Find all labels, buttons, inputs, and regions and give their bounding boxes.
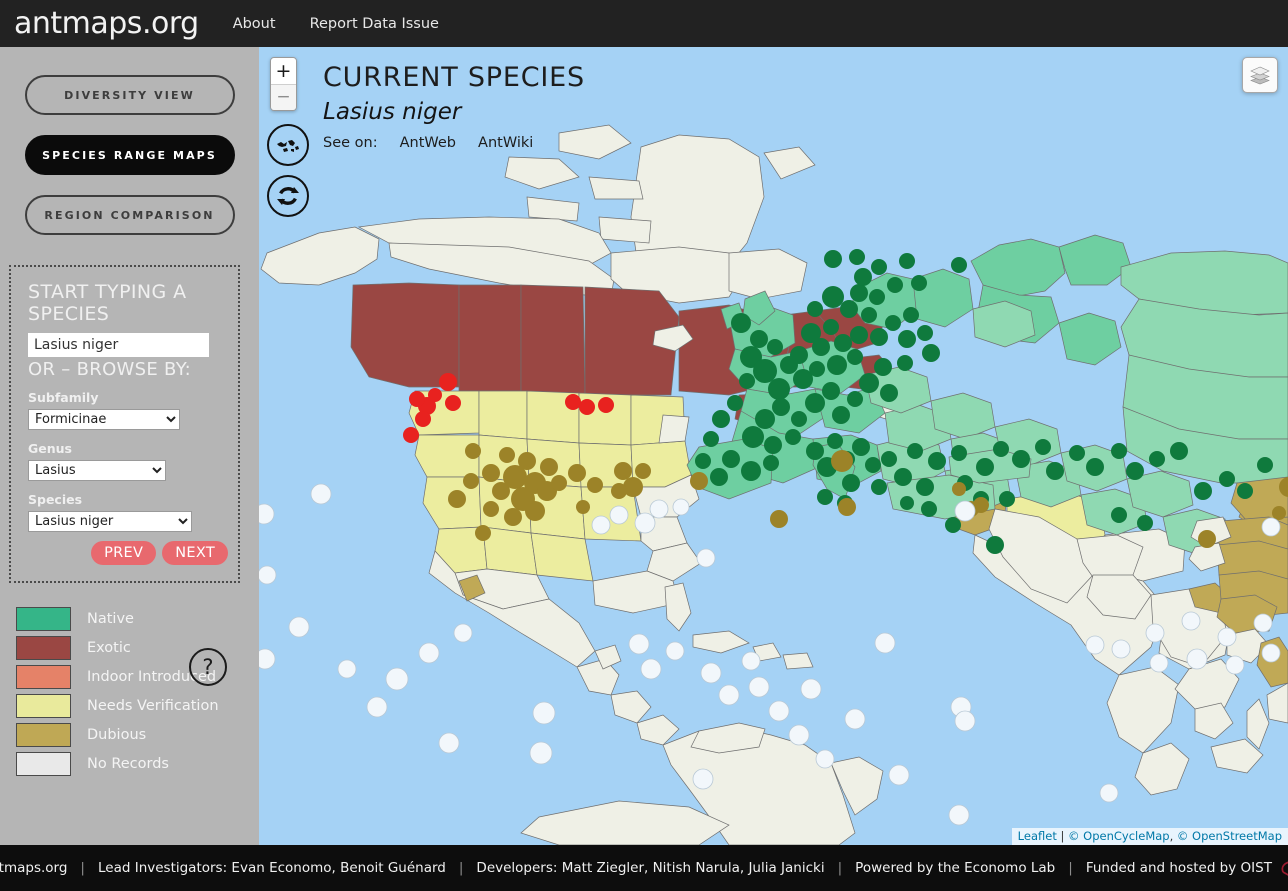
see-on-label: See on: xyxy=(323,135,378,151)
footer-separator: | xyxy=(458,860,464,876)
sidebar: DIVERSITY VIEW SPECIES RANGE MAPS REGION… xyxy=(0,47,259,845)
legend-label-exotic: Exotic xyxy=(87,639,131,656)
globe-glyph xyxy=(277,140,299,152)
attribution-sep1: | xyxy=(1056,829,1069,843)
attribution-openstreetmap[interactable]: © OpenStreetMap xyxy=(1177,829,1282,843)
zoom-out-button[interactable]: − xyxy=(271,84,296,110)
map-zoom-control[interactable]: + − xyxy=(270,57,297,111)
footer-separator: | xyxy=(80,860,85,876)
attribution-leaflet[interactable]: Leaflet xyxy=(1018,829,1057,843)
layers-icon xyxy=(1250,66,1270,85)
legend-swatch-indoor-introduced xyxy=(16,664,71,689)
nav-report-data-issue[interactable]: Report Data Issue xyxy=(310,16,439,32)
map-legend: Native Exotic Indoor Introduced Needs Ve… xyxy=(16,604,219,778)
genus-select[interactable]: Lasius xyxy=(28,460,166,481)
subfamily-label: Subfamily xyxy=(28,390,99,405)
legend-swatch-exotic xyxy=(16,635,71,660)
legend-label-no-records: No Records xyxy=(87,755,169,772)
layers-control[interactable] xyxy=(1242,57,1278,93)
legend-item-needs-verification: Needs Verification xyxy=(16,691,219,720)
zoom-in-button[interactable]: + xyxy=(271,58,296,84)
footer-separator: | xyxy=(1068,860,1073,876)
search-panel-title: START TYPING A SPECIES xyxy=(28,281,187,325)
map-attribution: Leaflet | © OpenCycleMap, © OpenStreetMa… xyxy=(1011,828,1288,845)
legend-swatch-dubious xyxy=(16,722,71,747)
legend-swatch-native xyxy=(16,606,71,631)
globe-icon[interactable] xyxy=(267,124,309,166)
attribution-opencyclemap[interactable]: © OpenCycleMap xyxy=(1068,829,1170,843)
map-canvas: .land { stroke:#6f6f6f; stroke-width:.7;… xyxy=(259,47,1288,845)
site-logo[interactable]: antmaps.org xyxy=(14,8,199,39)
legend-item-exotic: Exotic xyxy=(16,633,219,662)
footer-copyright: © antmaps.org xyxy=(0,860,68,876)
subfamily-field: Subfamily Formicinae xyxy=(28,390,221,430)
species-search-input[interactable] xyxy=(28,333,209,357)
genus-field: Genus Lasius xyxy=(28,441,221,481)
legend-item-dubious: Dubious xyxy=(16,720,219,749)
prev-next-group: PREV NEXT xyxy=(91,541,228,565)
oist-logo[interactable] xyxy=(1278,846,1288,890)
site-header: antmaps.org About Report Data Issue xyxy=(0,0,1288,47)
oist-logo-glyph xyxy=(1281,861,1288,876)
species-search-panel: START TYPING A SPECIES OR – BROWSE BY: S… xyxy=(9,265,240,583)
map-title: CURRENT SPECIES xyxy=(323,62,585,93)
footer-lead-investigators: Lead Investigators: Evan Economo, Benoit… xyxy=(97,860,446,876)
refresh-glyph xyxy=(277,187,299,205)
refresh-icon[interactable] xyxy=(267,175,309,217)
legend-item-no-records: No Records xyxy=(16,749,219,778)
footer-developers: Developers: Matt Ziegler, Nitish Narula,… xyxy=(476,860,825,876)
genus-label: Genus xyxy=(28,441,72,456)
next-button[interactable]: NEXT xyxy=(162,541,228,565)
prev-button[interactable]: PREV xyxy=(91,541,157,565)
species-field: Species Lasius niger xyxy=(28,492,221,532)
view-button-species-range-maps[interactable]: SPECIES RANGE MAPS xyxy=(24,135,235,175)
legend-item-native: Native xyxy=(16,604,219,633)
subfamily-select[interactable]: Formicinae xyxy=(28,409,180,430)
nav-about[interactable]: About xyxy=(233,16,276,32)
browse-by-label: OR – BROWSE BY: xyxy=(28,359,191,380)
link-antwiki[interactable]: AntWiki xyxy=(478,135,533,151)
footer-funded-by: Funded and hosted by OIST xyxy=(1085,860,1272,876)
view-button-diversity[interactable]: DIVERSITY VIEW xyxy=(24,75,235,115)
legend-help-button[interactable]: ? xyxy=(189,648,227,686)
legend-swatch-needs-verification xyxy=(16,693,71,718)
legend-label-native: Native xyxy=(87,610,134,627)
footer-powered-by: Powered by the Economo Lab xyxy=(855,860,1056,876)
site-footer: © antmaps.org | Lead Investigators: Evan… xyxy=(0,845,1288,891)
antmaps-app: antmaps.org About Report Data Issue DIVE… xyxy=(0,0,1288,891)
link-antweb[interactable]: AntWeb xyxy=(400,135,456,151)
legend-label-needs-verification: Needs Verification xyxy=(87,697,219,714)
view-button-region-comparison[interactable]: REGION COMPARISON xyxy=(24,195,235,235)
species-select[interactable]: Lasius niger xyxy=(28,511,192,532)
legend-label-dubious: Dubious xyxy=(87,726,147,743)
legend-swatch-no-records xyxy=(16,751,71,776)
footer-separator: | xyxy=(837,860,843,876)
world-map[interactable]: .land { stroke:#6f6f6f; stroke-width:.7;… xyxy=(259,47,1288,845)
map-subtitle-species: Lasius niger xyxy=(323,99,462,125)
see-on-row: See on: AntWeb AntWiki xyxy=(323,135,533,151)
species-label: Species xyxy=(28,492,83,507)
attribution-sep2: , xyxy=(1169,829,1177,843)
